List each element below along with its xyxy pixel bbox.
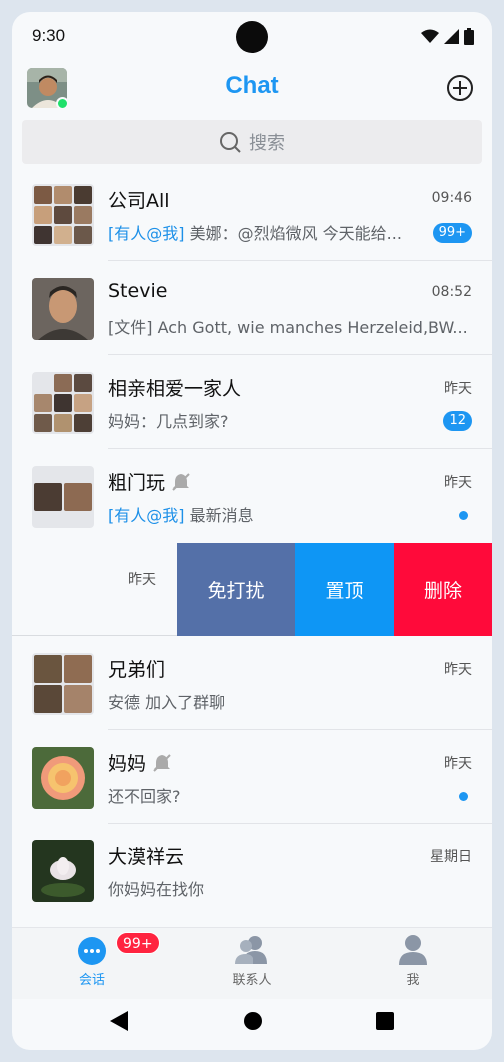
app-header: Chat bbox=[12, 64, 492, 120]
chat-row[interactable]: Stevie 08:52 [文件] Ach Gott, wie manches … bbox=[12, 262, 492, 355]
chat-row[interactable]: 公司All 09:46 [有人@我] 美娜：@烈焰微风 今天能给... 99+ bbox=[12, 168, 492, 261]
tab-conversations[interactable]: 99+ 会话 bbox=[32, 928, 160, 1000]
unread-dot bbox=[459, 792, 468, 801]
chat-time: 昨天 bbox=[444, 381, 472, 397]
wifi-icon bbox=[421, 29, 439, 43]
back-icon[interactable] bbox=[110, 1011, 128, 1031]
chat-row[interactable]: 相亲相爱一家人 昨天 妈妈：几点到家? 12 bbox=[12, 356, 492, 449]
mention-tag: [有人@我] bbox=[108, 224, 185, 243]
tab-me[interactable]: 我 bbox=[353, 928, 473, 1000]
system-icons bbox=[421, 27, 474, 45]
tab-label: 会话 bbox=[78, 973, 105, 988]
search-icon bbox=[220, 132, 241, 153]
status-time: 9:30 bbox=[32, 26, 66, 45]
group-avatar bbox=[32, 466, 94, 528]
chat-time: 昨天 bbox=[444, 662, 472, 678]
divider bbox=[108, 260, 492, 261]
system-nav-bar bbox=[12, 999, 492, 1050]
chat-name: 公司All bbox=[108, 190, 170, 212]
phone-screen: 9:30 Chat 搜索 公司All 09:46 [有人@我] 美娜：@烈焰微风… bbox=[12, 12, 492, 1050]
contact-avatar bbox=[32, 747, 94, 809]
chat-name: 兄弟们 bbox=[108, 659, 166, 681]
page-title: Chat bbox=[225, 72, 279, 99]
chat-row[interactable]: 大漠祥云 星期日 你妈妈在找你 bbox=[12, 824, 492, 917]
tab-label: 我 bbox=[406, 973, 420, 988]
contact-avatar bbox=[32, 840, 94, 902]
search-bar[interactable]: 搜索 bbox=[22, 120, 482, 164]
divider bbox=[108, 354, 492, 355]
chat-row[interactable]: 粗门玩 昨天 [有人@我] 最新消息 bbox=[12, 450, 492, 543]
group-avatar bbox=[32, 653, 94, 715]
chat-name: 大漠祥云 bbox=[108, 846, 185, 868]
delete-button[interactable]: 删除 bbox=[394, 543, 492, 636]
chat-row[interactable]: 妈妈 昨天 还不回家? bbox=[12, 731, 492, 824]
group-avatar bbox=[32, 372, 94, 434]
chat-time: 08:52 bbox=[431, 284, 472, 300]
unread-badge: 99+ bbox=[432, 223, 472, 243]
chat-name: 粗门玩 bbox=[108, 468, 191, 495]
tab-label: 联系人 bbox=[232, 973, 272, 988]
chat-row[interactable]: 兄弟们 昨天 安德 加入了群聊 bbox=[12, 637, 492, 730]
group-avatar bbox=[32, 184, 94, 246]
chat-preview: [文件] Ach Gott, wie manches Herzeleid,BW.… bbox=[108, 318, 468, 337]
unread-dot bbox=[459, 511, 468, 520]
preview-text: 最新消息 bbox=[184, 506, 254, 525]
mute-bell-icon bbox=[153, 753, 171, 772]
chat-preview: 安德 加入了群聊 bbox=[108, 693, 226, 712]
chat-time: 昨天 bbox=[128, 572, 156, 588]
contacts-icon bbox=[235, 936, 267, 964]
chat-time: 09:46 bbox=[431, 190, 472, 206]
chat-preview: [有人@我] 美娜：@烈焰微风 今天能给... bbox=[108, 220, 480, 244]
person-icon bbox=[399, 935, 427, 965]
mute-button[interactable]: 免打扰 bbox=[177, 543, 295, 636]
divider bbox=[108, 729, 492, 730]
chat-name: Stevie bbox=[108, 280, 168, 302]
contact-avatar bbox=[32, 278, 94, 340]
chat-name: 相亲相爱一家人 bbox=[108, 378, 242, 400]
chat-time: 昨天 bbox=[444, 475, 472, 491]
chat-name-text: 粗门玩 bbox=[108, 472, 166, 494]
divider bbox=[108, 448, 492, 449]
chat-time: 昨天 bbox=[444, 756, 472, 772]
unread-badge: 12 bbox=[443, 411, 472, 431]
chat-name-text: 妈妈 bbox=[108, 753, 147, 775]
home-icon[interactable] bbox=[243, 1011, 263, 1031]
tab-contacts[interactable]: 联系人 bbox=[192, 928, 312, 1000]
chat-preview: [有人@我] 最新消息 bbox=[108, 502, 480, 526]
battery-icon bbox=[464, 27, 474, 45]
mute-bell-icon bbox=[172, 472, 190, 491]
camera-cutout bbox=[236, 21, 268, 53]
bottom-tab-bar: 99+ 会话 联系人 我 bbox=[12, 927, 492, 999]
status-bar: 9:30 bbox=[12, 12, 492, 60]
recents-icon[interactable] bbox=[375, 1011, 395, 1031]
chat-preview: 你妈妈在找你 bbox=[108, 880, 205, 899]
mention-tag: [有人@我] bbox=[108, 506, 185, 525]
chat-bubble-icon bbox=[78, 937, 106, 965]
chat-time: 星期日 bbox=[430, 849, 472, 865]
chat-name: 妈妈 bbox=[108, 749, 172, 776]
add-icon[interactable] bbox=[446, 74, 474, 102]
tab-badge: 99+ bbox=[116, 932, 160, 954]
pin-button[interactable]: 置顶 bbox=[295, 543, 394, 636]
chat-preview: 妈妈：几点到家? bbox=[108, 412, 229, 431]
signal-icon bbox=[444, 28, 459, 44]
preview-text: 美娜：@烈焰微风 今天能给... bbox=[184, 224, 402, 243]
search-placeholder: 搜索 bbox=[249, 133, 285, 154]
chat-preview: 还不回家? bbox=[108, 787, 181, 806]
swiped-chat-row[interactable]: 昨天 免打扰 置顶 删除 bbox=[12, 543, 492, 636]
